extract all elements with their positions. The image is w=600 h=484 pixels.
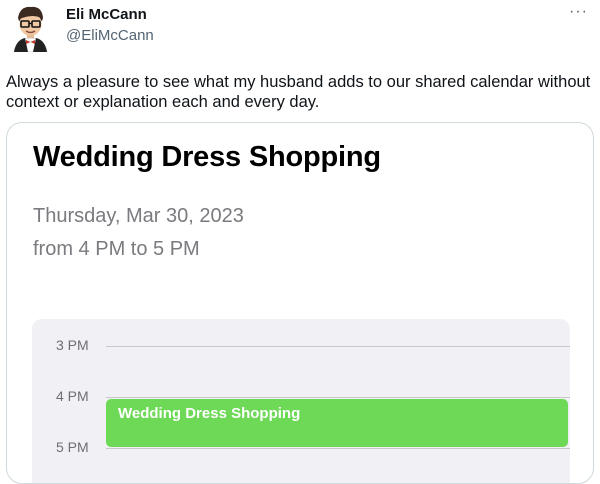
author-name[interactable]: Eli McCann [66,6,154,24]
avatar-illustration [13,6,48,53]
calendar-event-block: Wedding Dress Shopping [106,399,568,447]
hour-line-3pm [106,346,570,347]
hour-label-4pm: 4 PM [56,388,89,404]
calendar-day-view: 3 PM 4 PM 5 PM Wedding Dress Shopping [32,319,570,483]
author-handle[interactable]: @EliMcCann [66,26,154,45]
tweet-author[interactable]: Eli McCann @EliMcCann [66,6,154,45]
hour-line-5pm [106,448,570,449]
event-time-range: from 4 PM to 5 PM [33,238,200,260]
hour-label-5pm: 5 PM [56,439,89,455]
ellipsis-icon[interactable]: ··· [569,4,588,20]
avatar[interactable] [8,4,52,53]
event-title: Wedding Dress Shopping [33,141,381,173]
hour-label-3pm: 3 PM [56,337,89,353]
event-block-label: Wedding Dress Shopping [118,405,301,422]
hour-line-4pm [106,397,570,398]
media-card[interactable]: Wedding Dress Shopping Thursday, Mar 30,… [6,122,594,484]
tweet-text: Always a pleasure to see what my husband… [6,73,591,111]
event-date: Thursday, Mar 30, 2023 [33,205,244,227]
